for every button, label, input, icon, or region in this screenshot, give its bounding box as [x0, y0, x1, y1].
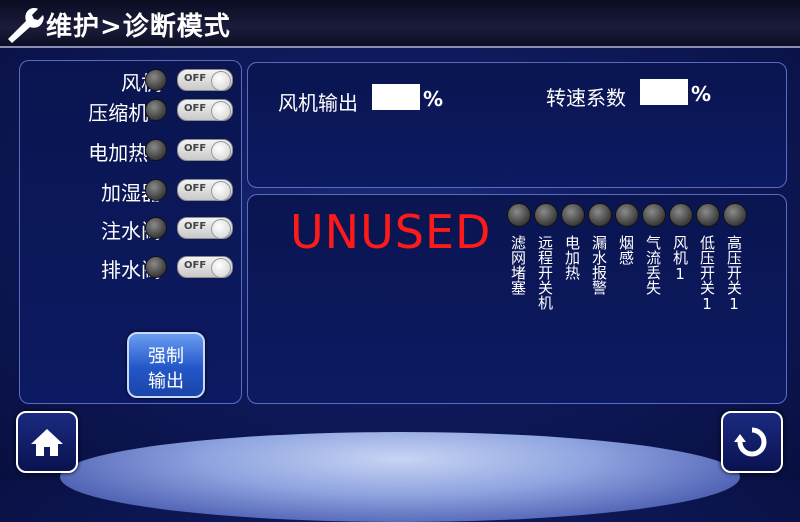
alarm-label: 远程开关机 — [536, 235, 554, 310]
alarm-panel: UNUSED 滤网堵塞 远程开关机 电加热 漏水报警 烟感 气流丢失 风机1 低… — [247, 194, 787, 404]
status-led — [145, 69, 167, 91]
alarm-label: 气流丢失 — [644, 235, 662, 295]
status-led — [145, 256, 167, 278]
alarm-heater: 电加热 — [560, 203, 585, 280]
toggle-knob — [211, 181, 231, 201]
analog-panel: 风机输出 % 转速系数 % — [247, 62, 787, 188]
force-output-line2: 输出 — [148, 371, 184, 392]
page-title: 维护>诊断模式 — [46, 12, 231, 42]
fan-output-label: 风机输出 — [278, 91, 358, 115]
alarm-water-leak: 漏水报警 — [587, 203, 612, 295]
force-output-line1: 强制 — [148, 346, 184, 367]
wrench-icon — [8, 8, 44, 43]
alarm-label: 烟感 — [617, 235, 635, 265]
title-bar: 维护>诊断模式 — [0, 0, 800, 48]
toggle-label: OFF — [184, 183, 207, 194]
alarm-led — [696, 203, 720, 227]
status-led — [145, 99, 167, 121]
toggle-knob — [211, 258, 231, 278]
alarm-low-pressure1: 低压开关1 — [695, 203, 720, 313]
alarm-label: 高压开关1 — [725, 235, 743, 313]
alarm-led — [507, 203, 531, 227]
fan-output-field[interactable] — [372, 84, 420, 110]
status-led — [145, 217, 167, 239]
status-led — [145, 179, 167, 201]
alarm-label: 滤网堵塞 — [509, 235, 527, 295]
floor-glow — [60, 432, 740, 522]
toggle-label: OFF — [184, 143, 207, 154]
alarm-label: 风机1 — [671, 235, 689, 283]
alarm-led — [534, 203, 558, 227]
alarm-led — [642, 203, 666, 227]
unused-label: UNUSED — [290, 205, 492, 259]
toggle-label: OFF — [184, 103, 207, 114]
output-row-humidifier: 加湿器 OFF — [20, 173, 241, 209]
alarm-fan1: 风机1 — [668, 203, 693, 283]
toggle-label: OFF — [184, 260, 207, 271]
back-arrow-icon — [734, 427, 767, 457]
toggle-knob — [211, 71, 231, 91]
toggle-knob — [211, 101, 231, 121]
toggle-knob — [211, 141, 231, 161]
drain-valve-toggle[interactable]: OFF — [177, 256, 233, 278]
alarm-airflow-loss: 气流丢失 — [641, 203, 666, 295]
toggle-label: OFF — [184, 221, 207, 232]
home-button[interactable] — [16, 411, 78, 473]
fan-output-unit: % — [423, 87, 444, 111]
status-led — [145, 139, 167, 161]
humidifier-toggle[interactable]: OFF — [177, 179, 233, 201]
output-row-drain-valve: 排水阀 OFF — [20, 250, 241, 286]
output-panel: 风机 OFF 压缩机1 OFF 电加热1 OFF 加湿器 OFF 注水阀 OFF… — [19, 60, 242, 404]
output-row-heater: 电加热1 OFF — [20, 133, 241, 169]
alarm-remote-onoff: 远程开关机 — [533, 203, 558, 310]
alarm-label: 漏水报警 — [590, 235, 608, 295]
compressor-toggle[interactable]: OFF — [177, 99, 233, 121]
output-row-fill-valve: 注水阀 OFF — [20, 211, 241, 247]
force-output-button[interactable]: 强制 输出 — [127, 332, 205, 398]
alarm-smoke: 烟感 — [614, 203, 639, 265]
alarm-led — [669, 203, 693, 227]
alarm-label: 低压开关1 — [698, 235, 716, 313]
fill-valve-toggle[interactable]: OFF — [177, 217, 233, 239]
speed-coef-label: 转速系数 — [546, 86, 626, 110]
alarm-led — [561, 203, 585, 227]
heater-toggle[interactable]: OFF — [177, 139, 233, 161]
back-button[interactable] — [721, 411, 783, 473]
toggle-label: OFF — [184, 73, 207, 84]
alarm-high-pressure1: 高压开关1 — [722, 203, 747, 313]
alarm-led — [588, 203, 612, 227]
fan-toggle[interactable]: OFF — [177, 69, 233, 91]
alarm-label: 电加热 — [563, 235, 581, 280]
toggle-knob — [211, 219, 231, 239]
alarm-filter-clog: 滤网堵塞 — [506, 203, 531, 295]
alarm-led — [723, 203, 747, 227]
alarm-led — [615, 203, 639, 227]
speed-coef-unit: % — [691, 82, 712, 106]
home-icon — [31, 429, 63, 456]
speed-coef-field[interactable] — [640, 79, 688, 105]
output-row-compressor: 压缩机1 OFF — [20, 93, 241, 129]
